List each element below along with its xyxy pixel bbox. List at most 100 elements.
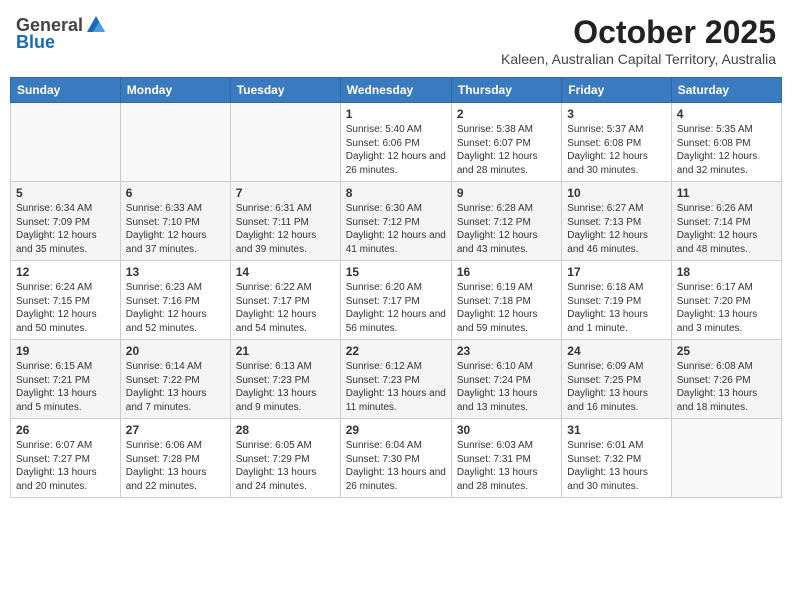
day-info: Sunrise: 5:40 AM Sunset: 6:06 PM Dayligh…: [346, 123, 446, 177]
calendar-cell: 8 Sunrise: 6:30 AM Sunset: 7:12 PM Daylig…: [340, 182, 451, 261]
calendar-cell: 6 Sunrise: 6:33 AM Sunset: 7:10 PM Daylig…: [120, 182, 230, 261]
day-info: Sunrise: 6:08 AM Sunset: 7:26 PM Dayligh…: [677, 360, 776, 414]
calendar-cell: 16 Sunrise: 6:19 AM Sunset: 7:18 PM Dayli…: [451, 261, 561, 340]
calendar-cell: 29 Sunrise: 6:04 AM Sunset: 7:30 PM Dayli…: [340, 419, 451, 498]
calendar-cell: 23 Sunrise: 6:10 AM Sunset: 7:24 PM Dayli…: [451, 340, 561, 419]
day-number: 19: [16, 344, 115, 358]
calendar-cell: 5Sunrise: 6:34 AM Sunset: 7:09 PM Daylig…: [11, 182, 121, 261]
day-number: 30: [457, 423, 556, 437]
weekday-header: Sunday: [11, 78, 121, 103]
calendar-cell: 28 Sunrise: 6:05 AM Sunset: 7:29 PM Dayli…: [230, 419, 340, 498]
day-info: Sunrise: 5:37 AM Sunset: 6:08 PM Dayligh…: [567, 123, 665, 177]
day-number: 1: [346, 107, 446, 121]
calendar-cell: 11 Sunrise: 6:26 AM Sunset: 7:14 PM Dayli…: [671, 182, 781, 261]
day-number: 17: [567, 265, 665, 279]
day-info: Sunrise: 6:09 AM Sunset: 7:25 PM Dayligh…: [567, 360, 665, 414]
day-info: Sunrise: 6:27 AM Sunset: 7:13 PM Dayligh…: [567, 202, 665, 256]
logo: General Blue: [16, 14, 109, 53]
day-info: Sunrise: 6:23 AM Sunset: 7:16 PM Dayligh…: [126, 281, 225, 335]
calendar-cell: 15 Sunrise: 6:20 AM Sunset: 7:17 PM Dayli…: [340, 261, 451, 340]
day-info: Sunrise: 6:04 AM Sunset: 7:30 PM Dayligh…: [346, 439, 446, 493]
calendar-week-row: 19 Sunrise: 6:15 AM Sunset: 7:21 PM Dayli…: [11, 340, 782, 419]
day-info: Sunrise: 6:03 AM Sunset: 7:31 PM Dayligh…: [457, 439, 556, 493]
day-info: Sunrise: 6:33 AM Sunset: 7:10 PM Dayligh…: [126, 202, 225, 256]
day-info: Sunrise: 6:30 AM Sunset: 7:12 PM Dayligh…: [346, 202, 446, 256]
page-header: General Blue October 2025 Kaleen, Austra…: [10, 10, 782, 71]
day-number: 28: [236, 423, 335, 437]
calendar-cell: 21Sunrise: 6:13 AM Sunset: 7:23 PM Dayli…: [230, 340, 340, 419]
day-info: Sunrise: 6:07 AM Sunset: 7:27 PM Dayligh…: [16, 439, 115, 493]
title-area: October 2025 Kaleen, Australian Capital …: [501, 14, 776, 67]
calendar-cell: 24 Sunrise: 6:09 AM Sunset: 7:25 PM Dayli…: [562, 340, 671, 419]
day-number: 24: [567, 344, 665, 358]
calendar-cell: 10Sunrise: 6:27 AM Sunset: 7:13 PM Dayli…: [562, 182, 671, 261]
day-number: 27: [126, 423, 225, 437]
day-info: Sunrise: 6:10 AM Sunset: 7:24 PM Dayligh…: [457, 360, 556, 414]
day-number: 12: [16, 265, 115, 279]
calendar-week-row: 12 Sunrise: 6:24 AM Sunset: 7:15 PM Dayli…: [11, 261, 782, 340]
day-number: 16: [457, 265, 556, 279]
day-info: Sunrise: 6:15 AM Sunset: 7:21 PM Dayligh…: [16, 360, 115, 414]
day-info: Sunrise: 5:38 AM Sunset: 6:07 PM Dayligh…: [457, 123, 556, 177]
day-info: Sunrise: 6:34 AM Sunset: 7:09 PM Dayligh…: [16, 202, 115, 256]
day-number: 2: [457, 107, 556, 121]
calendar-cell: 26Sunrise: 6:07 AM Sunset: 7:27 PM Dayli…: [11, 419, 121, 498]
day-info: Sunrise: 6:18 AM Sunset: 7:19 PM Dayligh…: [567, 281, 665, 335]
day-number: 25: [677, 344, 776, 358]
day-number: 18: [677, 265, 776, 279]
calendar-cell: 7 Sunrise: 6:31 AM Sunset: 7:11 PM Daylig…: [230, 182, 340, 261]
weekday-header: Tuesday: [230, 78, 340, 103]
calendar-cell: 14 Sunrise: 6:22 AM Sunset: 7:17 PM Dayli…: [230, 261, 340, 340]
page-title: October 2025: [501, 14, 776, 51]
calendar-cell: 18 Sunrise: 6:17 AM Sunset: 7:20 PM Dayli…: [671, 261, 781, 340]
day-number: 15: [346, 265, 446, 279]
day-number: 6: [126, 186, 225, 200]
weekday-header: Friday: [562, 78, 671, 103]
day-number: 13: [126, 265, 225, 279]
day-number: 11: [677, 186, 776, 200]
day-info: Sunrise: 6:22 AM Sunset: 7:17 PM Dayligh…: [236, 281, 335, 335]
calendar-cell: 17 Sunrise: 6:18 AM Sunset: 7:19 PM Dayli…: [562, 261, 671, 340]
weekday-header: Saturday: [671, 78, 781, 103]
day-info: Sunrise: 6:12 AM Sunset: 7:23 PM Dayligh…: [346, 360, 446, 414]
day-info: Sunrise: 6:01 AM Sunset: 7:32 PM Dayligh…: [567, 439, 665, 493]
weekday-header: Wednesday: [340, 78, 451, 103]
day-info: Sunrise: 6:20 AM Sunset: 7:17 PM Dayligh…: [346, 281, 446, 335]
day-info: Sunrise: 6:17 AM Sunset: 7:20 PM Dayligh…: [677, 281, 776, 335]
logo-icon: [85, 14, 107, 36]
day-info: Sunrise: 6:31 AM Sunset: 7:11 PM Dayligh…: [236, 202, 335, 256]
calendar-table: SundayMondayTuesdayWednesdayThursdayFrid…: [10, 77, 782, 498]
page-subtitle: Kaleen, Australian Capital Territory, Au…: [501, 51, 776, 67]
calendar-cell: 1 Sunrise: 5:40 AM Sunset: 6:06 PM Daylig…: [340, 103, 451, 182]
calendar-cell: 2 Sunrise: 5:38 AM Sunset: 6:07 PM Daylig…: [451, 103, 561, 182]
day-info: Sunrise: 6:28 AM Sunset: 7:12 PM Dayligh…: [457, 202, 556, 256]
calendar-cell: [11, 103, 121, 182]
day-number: 9: [457, 186, 556, 200]
calendar-cell: 20 Sunrise: 6:14 AM Sunset: 7:22 PM Dayli…: [120, 340, 230, 419]
day-number: 29: [346, 423, 446, 437]
day-number: 8: [346, 186, 446, 200]
day-number: 14: [236, 265, 335, 279]
day-info: Sunrise: 5:35 AM Sunset: 6:08 PM Dayligh…: [677, 123, 776, 177]
calendar-cell: 22 Sunrise: 6:12 AM Sunset: 7:23 PM Dayli…: [340, 340, 451, 419]
day-number: 7: [236, 186, 335, 200]
day-number: 20: [126, 344, 225, 358]
weekday-header: Monday: [120, 78, 230, 103]
day-info: Sunrise: 6:26 AM Sunset: 7:14 PM Dayligh…: [677, 202, 776, 256]
calendar-cell: [120, 103, 230, 182]
calendar-cell: 19 Sunrise: 6:15 AM Sunset: 7:21 PM Dayli…: [11, 340, 121, 419]
day-info: Sunrise: 6:19 AM Sunset: 7:18 PM Dayligh…: [457, 281, 556, 335]
calendar-cell: 30 Sunrise: 6:03 AM Sunset: 7:31 PM Dayli…: [451, 419, 561, 498]
calendar-cell: 31Sunrise: 6:01 AM Sunset: 7:32 PM Dayli…: [562, 419, 671, 498]
calendar-cell: 4 Sunrise: 5:35 AM Sunset: 6:08 PM Daylig…: [671, 103, 781, 182]
day-number: 22: [346, 344, 446, 358]
day-number: 4: [677, 107, 776, 121]
calendar-cell: 25 Sunrise: 6:08 AM Sunset: 7:26 PM Dayli…: [671, 340, 781, 419]
logo-blue: Blue: [16, 32, 55, 53]
calendar-week-row: 1 Sunrise: 5:40 AM Sunset: 6:06 PM Daylig…: [11, 103, 782, 182]
day-info: Sunrise: 6:14 AM Sunset: 7:22 PM Dayligh…: [126, 360, 225, 414]
calendar-week-row: 5Sunrise: 6:34 AM Sunset: 7:09 PM Daylig…: [11, 182, 782, 261]
day-info: Sunrise: 6:05 AM Sunset: 7:29 PM Dayligh…: [236, 439, 335, 493]
day-info: Sunrise: 6:24 AM Sunset: 7:15 PM Dayligh…: [16, 281, 115, 335]
day-number: 23: [457, 344, 556, 358]
